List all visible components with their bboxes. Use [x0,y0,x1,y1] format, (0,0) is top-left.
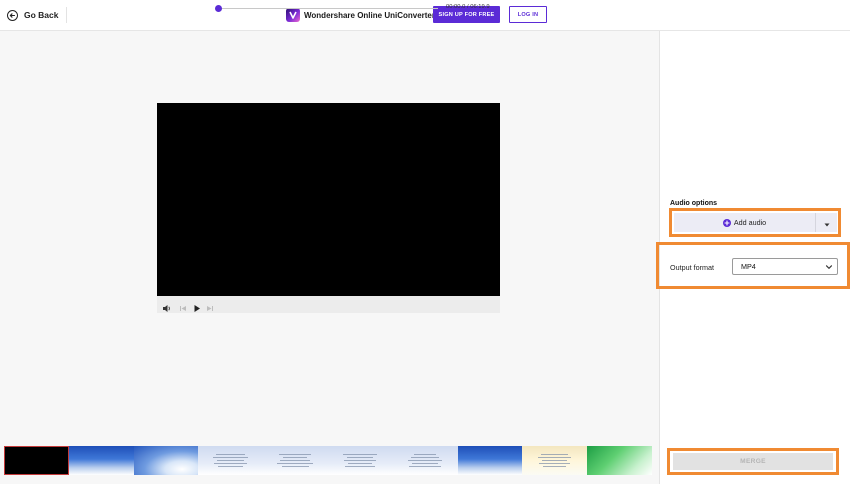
filmstrip-frame[interactable] [392,446,458,475]
frame-caption-lines [212,452,249,469]
add-audio-button[interactable]: Add audio [674,213,815,232]
output-format-value: MP4 [741,262,756,271]
output-format-label: Output format [670,263,714,272]
player-controls [157,296,500,313]
brand-name: Wondershare Online UniConverter [304,10,435,20]
progress-track[interactable] [217,8,438,9]
brand[interactable]: Wondershare Online UniConverter [286,7,435,23]
frame-caption-lines [536,452,572,469]
filmstrip[interactable] [4,446,652,475]
duration: 06:19.9 [470,4,490,10]
filmstrip-frame[interactable] [587,446,652,475]
go-back-button[interactable]: Go Back [7,8,59,22]
video-preview[interactable] [157,103,500,296]
filmstrip-frame[interactable] [457,446,523,475]
audio-options-title: Audio options [670,200,718,207]
time-readout: 00:00.0 / 06:19.9 [446,4,490,10]
arrow-left-circle-icon [7,9,18,21]
progress-handle[interactable] [215,5,222,12]
selected-frame-outline [4,446,69,475]
top-header: Go Back Wondershare Online UniConverter … [0,0,850,31]
filmstrip-frame[interactable] [68,446,134,475]
time-separator: / [466,4,469,10]
filmstrip-frame[interactable] [133,446,199,475]
speaker-icon[interactable] [162,300,171,318]
uniconverter-logo-icon [286,8,300,22]
filmstrip-frame[interactable] [522,446,588,475]
skip-forward-icon[interactable] [206,300,214,318]
filmstrip-frame[interactable] [327,446,393,475]
skip-back-icon[interactable] [179,300,187,318]
log-in-button[interactable]: LOG IN [509,6,547,23]
filmstrip-frame[interactable] [263,446,328,475]
go-back-label: Go Back [24,10,59,20]
app-root: Go Back Wondershare Online UniConverter … [0,0,850,484]
header-divider [66,7,67,23]
frame-caption-lines [342,452,378,469]
filmstrip-frame[interactable] [198,446,264,475]
plus-circle-icon [722,218,731,227]
caret-down-icon [824,214,830,232]
add-audio-dropdown-button[interactable] [815,213,837,232]
current-time: 00:00.0 [446,4,466,10]
merge-button[interactable]: MERGE [673,453,833,470]
frame-caption-lines [407,452,443,469]
play-icon[interactable] [193,300,201,318]
chevron-down-icon [825,263,833,273]
output-format-select[interactable]: MP4 [732,258,838,275]
add-audio-label: Add audio [733,218,767,227]
frame-caption-lines [277,452,313,469]
